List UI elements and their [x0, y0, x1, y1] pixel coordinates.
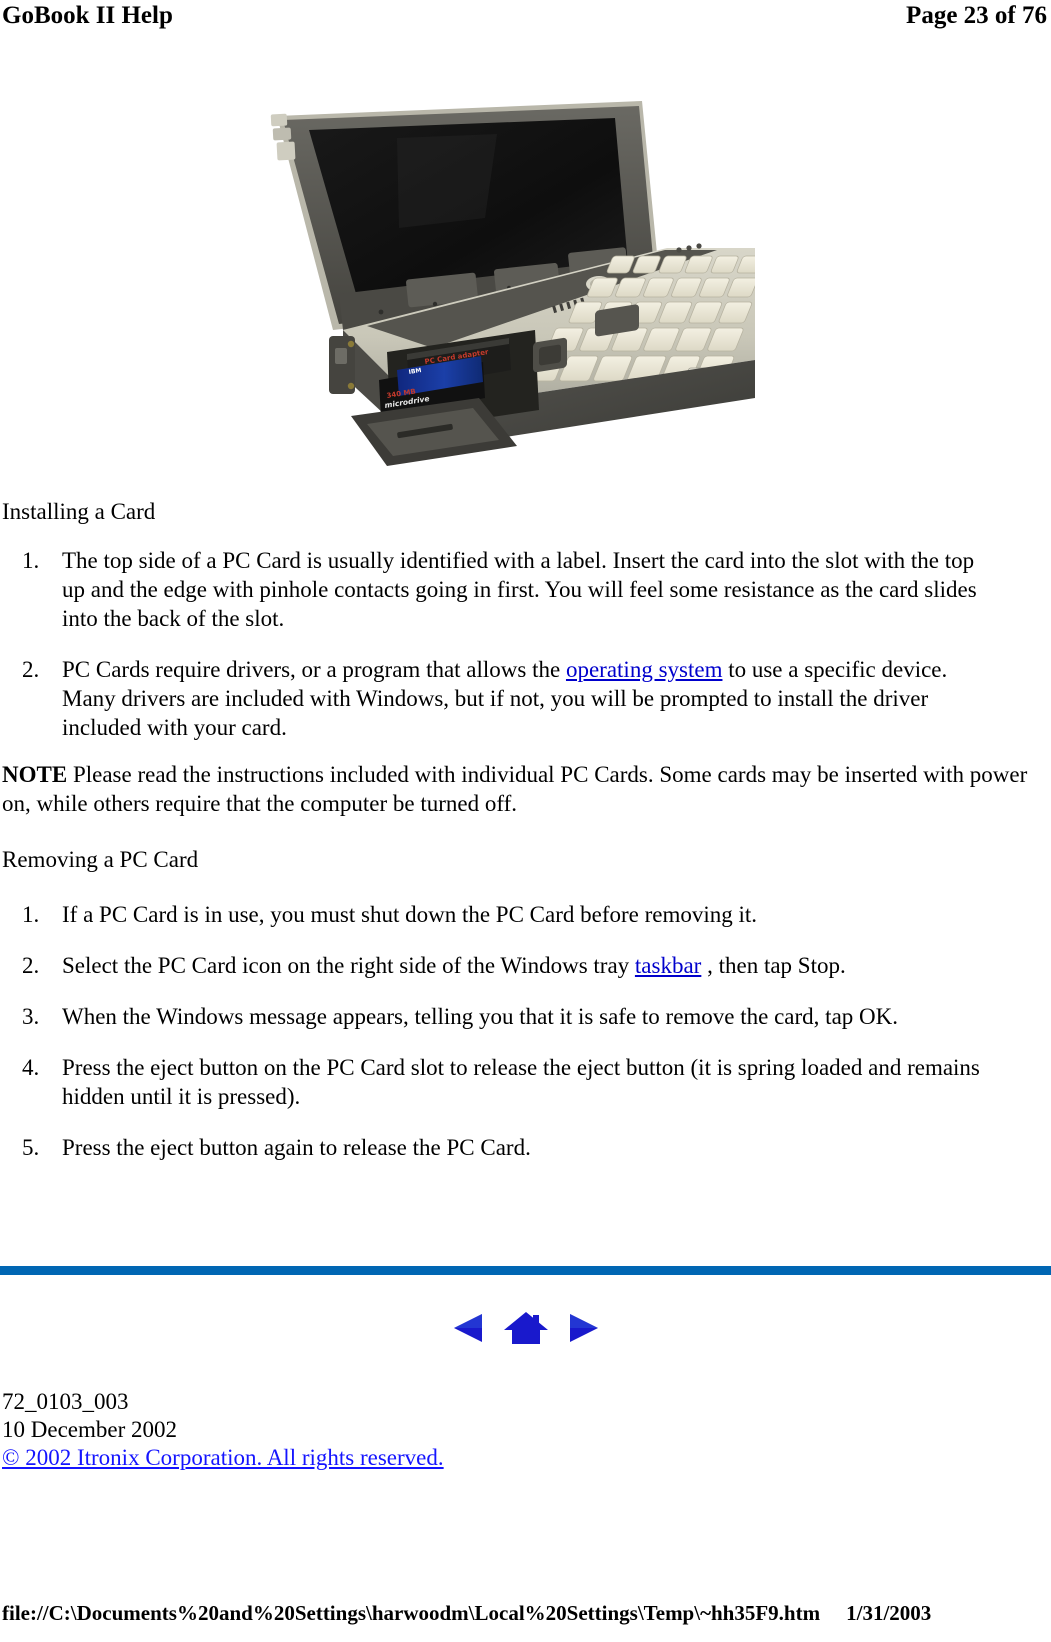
page-indicator: Page 23 of 76: [906, 2, 1047, 29]
step-number: 2.: [22, 953, 40, 978]
list-item: 1. If a PC Card is in use, you must shut…: [0, 900, 1000, 929]
step-text-pre: PC Cards require drivers, or a program t…: [62, 657, 566, 682]
step-text: Press the eject button again to release …: [62, 1135, 531, 1160]
previous-page-button[interactable]: [451, 1311, 485, 1345]
note-paragraph: NOTE Please read the instructions includ…: [2, 760, 1042, 818]
step-number: 4.: [22, 1055, 40, 1080]
print-footer-url: file://C:\Documents%20and%20Settings\har…: [2, 1601, 821, 1625]
triangle-left-icon: [451, 1314, 485, 1349]
note-label: NOTE: [2, 762, 68, 787]
document-date: 10 December 2002: [2, 1417, 177, 1442]
section-divider: [0, 1266, 1051, 1275]
list-item: 3. When the Windows message appears, tel…: [0, 1002, 1000, 1031]
step-number: 1.: [22, 902, 40, 927]
list-item: 5. Press the eject button again to relea…: [0, 1133, 1000, 1162]
note-text: Please read the instructions included wi…: [2, 762, 1028, 816]
step-text: When the Windows message appears, tellin…: [62, 1004, 898, 1029]
gobook-laptop-photo: PC Card adapter for CompactFlash IBM 340…: [247, 98, 755, 480]
page-navigation: [0, 1300, 1051, 1356]
print-footer: file://C:\Documents%20and%20Settings\har…: [0, 1600, 1051, 1626]
next-page-button[interactable]: [567, 1311, 601, 1345]
step-text-pre: Select the PC Card icon on the right sid…: [62, 953, 635, 978]
list-item: 2. PC Cards require drivers, or a progra…: [0, 655, 1000, 742]
print-footer-date: 1/31/2003: [846, 1601, 932, 1625]
list-item: 1. The top side of a PC Card is usually …: [0, 546, 1000, 633]
document-number: 72_0103_003: [2, 1389, 129, 1414]
page-header: GoBook II Help Page 23 of 76: [0, 0, 1051, 40]
home-icon: [503, 1312, 549, 1350]
list-item: 4. Press the eject button on the PC Card…: [0, 1053, 1000, 1111]
document-footer: 72_0103_003 10 December 2002 © 2002 Itro…: [2, 1388, 444, 1472]
home-page-button[interactable]: [503, 1310, 549, 1346]
pc-card-slot-figure: PC Card adapter for CompactFlash IBM 340…: [247, 98, 755, 480]
list-item: 2. Select the PC Card icon on the right …: [0, 951, 1000, 980]
link-taskbar[interactable]: taskbar: [635, 953, 701, 978]
heading-installing-a-card: Installing a Card: [2, 499, 156, 524]
step-number: 2.: [22, 657, 40, 682]
triangle-right-icon: [567, 1314, 601, 1349]
installing-steps-list: 1. The top side of a PC Card is usually …: [0, 546, 1000, 742]
step-text-post: , then tap Stop.: [701, 953, 846, 978]
step-number: 5.: [22, 1135, 40, 1160]
step-number: 1.: [22, 548, 40, 573]
step-text: Press the eject button on the PC Card sl…: [62, 1055, 980, 1109]
step-text: If a PC Card is in use, you must shut do…: [62, 902, 758, 927]
step-number: 3.: [22, 1004, 40, 1029]
step-text: The top side of a PC Card is usually ide…: [62, 548, 977, 631]
copyright-link[interactable]: © 2002 Itronix Corporation. All rights r…: [2, 1445, 444, 1470]
removing-steps-list: 1. If a PC Card is in use, you must shut…: [0, 900, 1000, 1162]
link-operating-system[interactable]: operating system: [566, 657, 723, 682]
heading-removing-a-pc-card: Removing a PC Card: [2, 847, 199, 872]
document-title: GoBook II Help: [2, 2, 173, 29]
